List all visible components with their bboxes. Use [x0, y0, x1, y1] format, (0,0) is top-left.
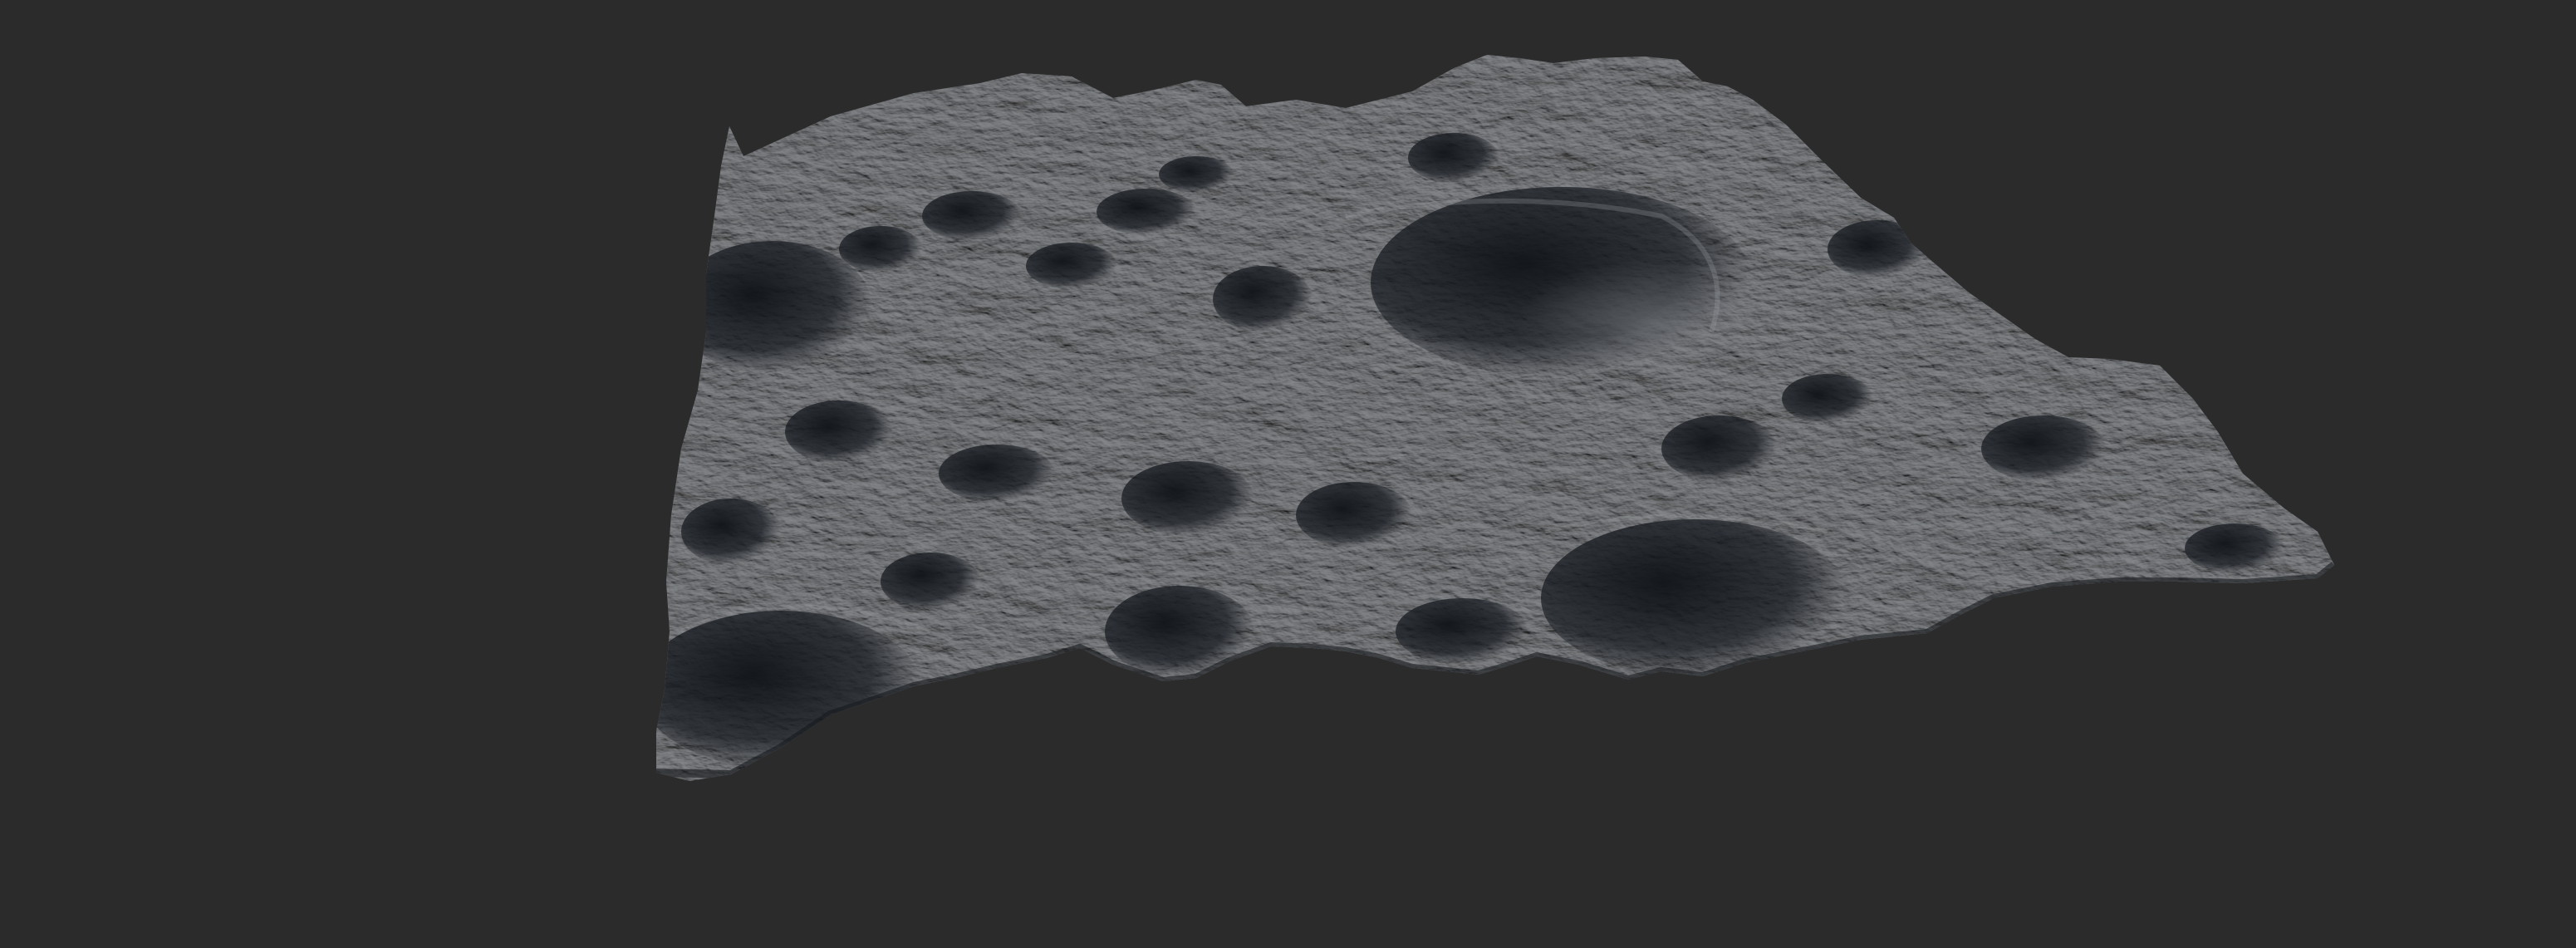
terrain-surface [656, 55, 2334, 781]
crater-large-lower-right [1541, 519, 1848, 677]
terrain-render [656, 55, 2334, 781]
crater-large-center [1371, 187, 1753, 378]
crater-left [673, 241, 872, 374]
3d-viewport[interactable] [0, 0, 2576, 948]
